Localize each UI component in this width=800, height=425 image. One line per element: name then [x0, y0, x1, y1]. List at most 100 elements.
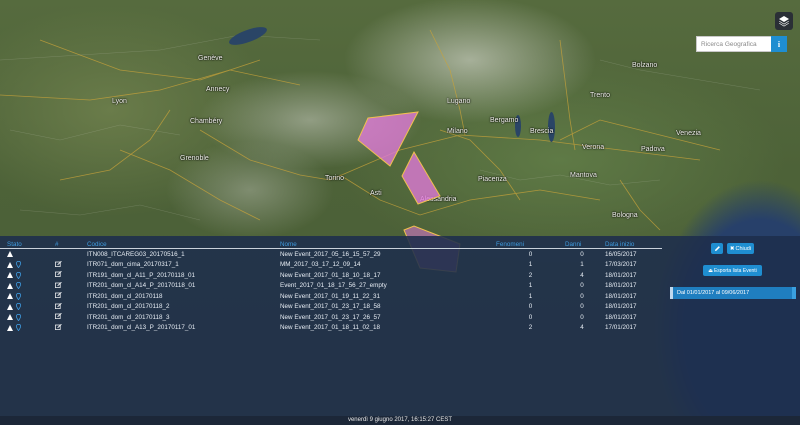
edit-icon[interactable] — [55, 292, 62, 299]
column-header-hash[interactable]: # — [55, 241, 87, 248]
fenomeni-cell: 0 — [528, 250, 533, 258]
layers-button[interactable] — [775, 12, 793, 30]
column-header-fenomeni[interactable]: Fenomeni — [496, 241, 565, 248]
action-cell — [55, 313, 87, 321]
fenomeni-cell: 0 — [528, 313, 533, 321]
danni-cell: 0 — [580, 250, 584, 258]
map-pin-icon[interactable] — [16, 261, 21, 269]
danni-cell: 4 — [580, 324, 584, 332]
data-inizio-cell: 16/05/2017 — [605, 250, 637, 258]
data-inizio-cell: 18/01/2017 — [605, 271, 637, 279]
nome-cell: New Event_2017_01_23_17_26_57 — [280, 313, 381, 321]
status-cell — [0, 313, 55, 321]
data-inizio-cell: 17/03/2017 — [605, 261, 637, 269]
edit-icon[interactable] — [55, 260, 62, 267]
pencil-icon — [714, 246, 720, 251]
column-header-codice[interactable]: Codice — [87, 241, 280, 248]
date-range-label: Dal 01/01/2017 al 09/06/2017 — [677, 290, 750, 296]
event-area-polygon[interactable] — [357, 111, 419, 167]
status-cell — [0, 282, 55, 290]
danni-cell: 0 — [580, 313, 584, 321]
fenomeni-cell: 1 — [528, 282, 533, 290]
table-row[interactable]: ITN008_ITCAREG03_20170516_1 New Event_201… — [0, 249, 662, 260]
info-button[interactable]: i — [771, 36, 787, 52]
edit-icon[interactable] — [55, 323, 62, 330]
table-header: Stato # Codice Nome Fenomeni Danni Data … — [0, 240, 662, 249]
edit-icon[interactable] — [55, 281, 62, 288]
edit-icon[interactable] — [55, 271, 62, 278]
status-cell — [0, 251, 55, 258]
table-row[interactable]: ITR201_dom_cl_20170118_2 New Event_2017_0… — [0, 302, 662, 313]
codice-cell: ITR201_dom_cl_20170118_3 — [87, 313, 170, 321]
data-inizio-cell: 18/01/2017 — [605, 303, 637, 311]
table-row[interactable]: ITR201_dom_cl_A14_P_20170118_01 Event_201… — [0, 281, 662, 292]
data-inizio-cell: 18/01/2017 — [605, 292, 637, 300]
date-range-filter[interactable]: Dal 01/01/2017 al 09/06/2017 — [670, 287, 796, 299]
warning-icon — [7, 324, 13, 331]
warning-icon — [7, 293, 13, 300]
action-cell — [55, 281, 87, 290]
table-row[interactable]: ITR201_dom_cl_20170118 New Event_2017_01_… — [0, 291, 662, 302]
column-header-nome[interactable]: Nome — [280, 241, 496, 248]
codice-cell: ITR191_dom_cl_A11_P_20170118_01 — [87, 271, 195, 279]
fenomeni-cell: 0 — [528, 303, 533, 311]
fenomeni-cell: 2 — [528, 324, 533, 332]
upload-icon: ⏏ — [708, 267, 713, 274]
export-events-button[interactable]: ⏏ Esporta lista Eventi — [703, 265, 762, 276]
event-area-polygon[interactable] — [401, 150, 441, 205]
codice-cell: ITR201_dom_cl_20170118 — [87, 292, 163, 300]
nome-cell: New Event_2017_05_16_15_57_29 — [280, 250, 381, 258]
edit-icon[interactable] — [55, 313, 62, 320]
warning-icon — [7, 303, 13, 310]
codice-cell: ITN008_ITCAREG03_20170516_1 — [87, 250, 185, 258]
danni-cell: 1 — [580, 261, 584, 269]
column-header-danni[interactable]: Danni — [565, 241, 605, 248]
map-pin-icon[interactable] — [16, 303, 21, 311]
map-pin-icon[interactable] — [16, 282, 21, 290]
warning-icon — [7, 251, 13, 258]
edit-button[interactable] — [711, 243, 723, 254]
close-label: Chiudi — [735, 245, 752, 252]
status-cell — [0, 303, 55, 311]
events-table: Stato # Codice Nome Fenomeni Danni Data … — [0, 240, 662, 333]
map-pin-icon[interactable] — [16, 271, 21, 279]
table-row[interactable]: ITR201_dom_cl_20170118_3 New Event_2017_0… — [0, 312, 662, 323]
nome-cell: New Event_2017_01_18_10_18_17 — [280, 271, 381, 279]
map-pin-icon[interactable] — [16, 292, 21, 300]
fenomeni-cell: 2 — [528, 271, 533, 279]
danni-cell: 0 — [580, 303, 584, 311]
action-cell — [55, 292, 87, 300]
column-header-data-inizio[interactable]: Data inizio — [605, 241, 662, 248]
nome-cell: Event_2017_01_18_17_56_27_empty — [280, 282, 387, 290]
close-button[interactable]: ✖ Chiudi — [727, 243, 754, 254]
nome-cell: New Event_2017_01_19_11_22_31 — [280, 292, 381, 300]
danni-cell: 4 — [580, 271, 584, 279]
codice-cell: ITR201_dom_cl_A14_P_20170118_01 — [87, 282, 196, 290]
warning-icon — [7, 272, 13, 279]
data-inizio-cell: 18/01/2017 — [605, 282, 637, 290]
status-cell — [0, 292, 55, 300]
table-row[interactable]: ITR071_dom_cima_20170317_1 MM_2017_03_17_… — [0, 260, 662, 271]
action-cell — [55, 271, 87, 279]
table-body: ITN008_ITCAREG03_20170516_1 New Event_201… — [0, 249, 662, 333]
table-row[interactable]: ITR191_dom_cl_A11_P_20170118_01 New Event… — [0, 270, 662, 281]
geo-search: i — [696, 36, 788, 52]
codice-cell: ITR201_dom_cl_20170118_2 — [87, 303, 170, 311]
map-pin-icon[interactable] — [16, 324, 21, 332]
data-inizio-cell: 18/01/2017 — [605, 313, 637, 321]
map-pin-icon[interactable] — [16, 313, 21, 321]
fenomeni-cell: 1 — [528, 292, 533, 300]
status-cell — [0, 324, 55, 332]
close-icon: ✖ — [729, 245, 735, 252]
warning-icon — [7, 282, 13, 289]
edit-icon[interactable] — [55, 302, 62, 309]
export-label: Esporta lista Eventi — [713, 267, 757, 274]
data-inizio-cell: 17/01/2017 — [605, 324, 637, 332]
codice-cell: ITR201_dom_cl_A13_P_20170117_01 — [87, 324, 196, 332]
warning-icon — [7, 261, 13, 268]
search-input[interactable] — [696, 36, 771, 52]
date-range-handle[interactable] — [792, 287, 796, 299]
nome-cell: New Event_2017_01_23_17_18_58 — [280, 303, 381, 311]
table-row[interactable]: ITR201_dom_cl_A13_P_20170117_01 New Event… — [0, 323, 662, 334]
column-header-stato[interactable]: Stato — [0, 241, 55, 248]
